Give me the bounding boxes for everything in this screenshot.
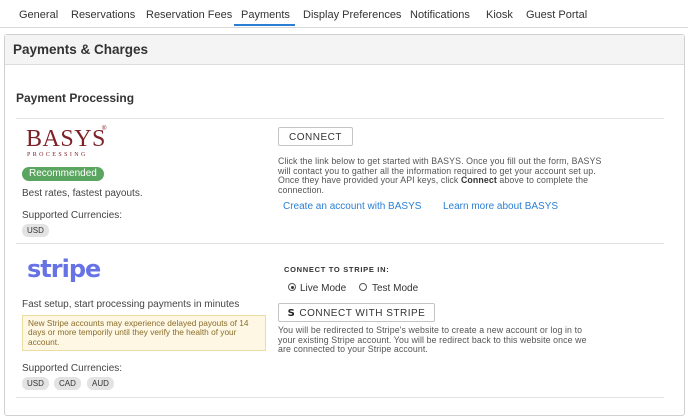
tab-reservation-fees[interactable]: Reservation Fees <box>146 9 232 21</box>
stripe-tagline: Fast setup, start processing payments in… <box>22 299 240 310</box>
divider <box>16 397 664 398</box>
learn-more-basys-link[interactable]: Learn more about BASYS <box>443 201 558 212</box>
tab-general[interactable]: General <box>19 9 58 21</box>
basys-description: Click the link below to get started with… <box>278 156 668 195</box>
connect-to-stripe-label: CONNECT TO STRIPE IN: <box>284 265 390 274</box>
basys-tagline: Best rates, fastest payouts. <box>22 188 143 199</box>
currency-chip: AUD <box>87 377 114 390</box>
text-fragment: Once they have provided your API keys, c… <box>278 175 461 185</box>
card-title: Payments & Charges <box>13 42 149 57</box>
basys-description-line: Once they have provided your API keys, c… <box>278 175 668 186</box>
active-tab-indicator <box>234 24 295 26</box>
settings-tabs: General Reservations Reservation Fees Pa… <box>0 0 688 28</box>
recommended-badge: Recommended <box>22 167 104 181</box>
basys-logo: BASYS ® PROCESSING <box>26 126 106 160</box>
connect-with-stripe-button[interactable]: S CONNECT WITH STRIPE <box>278 303 435 322</box>
stripe-s-icon: S <box>287 308 296 319</box>
connect-with-stripe-label: CONNECT WITH STRIPE <box>299 308 426 319</box>
test-mode-label[interactable]: Test Mode <box>372 283 418 294</box>
live-mode-label[interactable]: Live Mode <box>300 283 346 294</box>
stripe-currencies-label: Supported Currencies: <box>22 363 123 374</box>
divider <box>16 243 664 244</box>
currency-chip: USD <box>22 377 49 390</box>
basys-connect-button[interactable]: CONNECT <box>278 127 353 146</box>
tab-payments[interactable]: Payments <box>241 9 290 21</box>
tab-display-preferences[interactable]: Display Preferences <box>303 9 401 21</box>
tab-guest-portal[interactable]: Guest Portal <box>526 9 587 21</box>
text-fragment: above to complete the <box>496 175 589 185</box>
currency-chip: CAD <box>54 377 81 390</box>
live-mode-radio[interactable] <box>288 283 296 291</box>
create-basys-account-link[interactable]: Create an account with BASYS <box>283 201 421 212</box>
currency-chip: USD <box>22 224 49 237</box>
section-title: Payment Processing <box>16 91 135 105</box>
stripe-warning: New Stripe accounts may experience delay… <box>22 315 266 351</box>
basys-logo-reg: ® <box>102 126 107 132</box>
card-header: Payments & Charges <box>5 35 684 65</box>
test-mode-radio[interactable] <box>359 283 367 291</box>
basys-currencies-label: Supported Currencies: <box>22 210 123 221</box>
basys-logo-sub: PROCESSING <box>27 152 88 158</box>
stripe-redirect-note: You will be redirected to Stripe's websi… <box>278 325 668 355</box>
tab-reservations[interactable]: Reservations <box>71 9 135 21</box>
stripe-logo: stripe <box>27 255 101 283</box>
tab-notifications[interactable]: Notifications <box>410 9 470 21</box>
basys-logo-text: BASYS <box>26 126 106 152</box>
connect-emphasis: Connect <box>460 175 497 185</box>
divider <box>16 118 664 119</box>
tab-kiosk[interactable]: Kiosk <box>486 9 513 21</box>
basys-description-line: connection. <box>278 184 325 195</box>
stripe-redirect-line: are connected to your Stripe account. <box>278 344 428 354</box>
